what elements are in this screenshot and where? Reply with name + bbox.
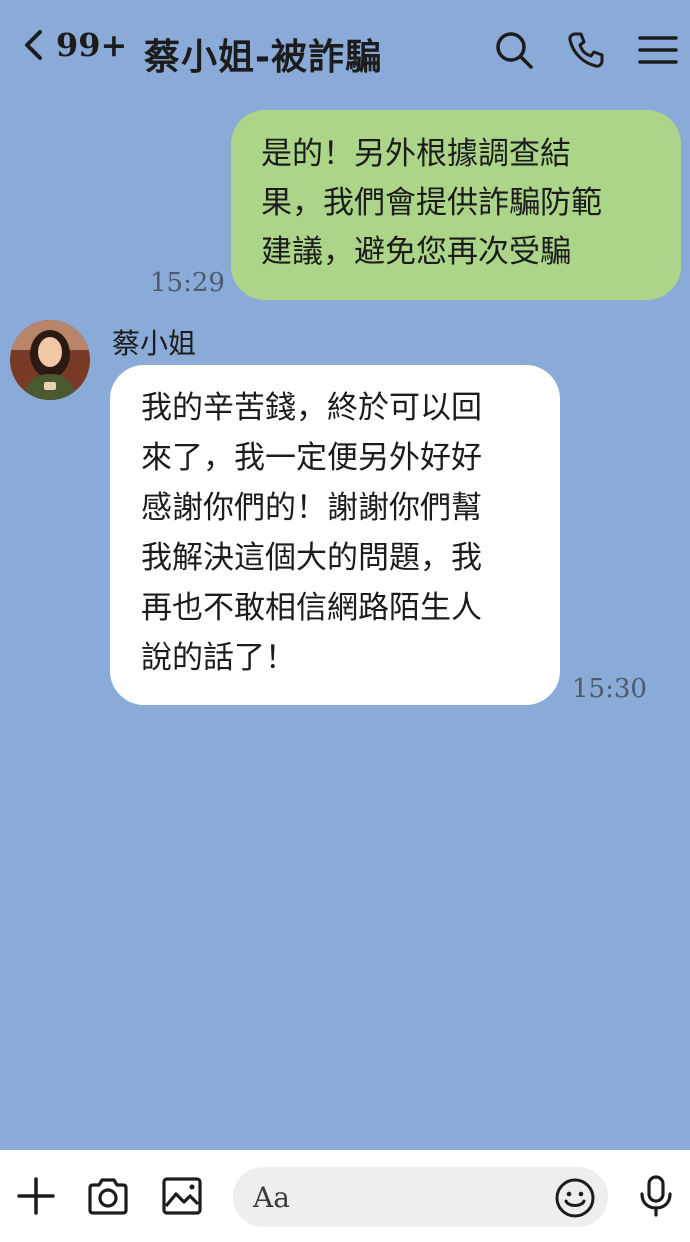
call-button[interactable] <box>566 30 606 70</box>
incoming-message-time: 15:30 <box>572 674 647 704</box>
add-button[interactable] <box>14 1174 58 1218</box>
incoming-message-bubble[interactable]: 我的辛苦錢，終於可以回 來了，我一定便另外好好 感謝你們的！謝謝你們幫 我解決這… <box>110 365 560 705</box>
menu-icon <box>638 36 678 64</box>
message-input[interactable] <box>233 1167 608 1227</box>
chat-title: 蔡小姐-被詐騙 <box>144 37 382 78</box>
search-icon <box>496 32 533 69</box>
avatar[interactable] <box>10 320 90 400</box>
microphone-icon <box>640 1175 672 1217</box>
image-button[interactable] <box>160 1174 204 1218</box>
unread-count: 99+ <box>56 26 128 64</box>
plus-icon <box>17 1177 55 1215</box>
phone-icon <box>568 32 604 68</box>
chat-header: 99+ 蔡小姐-被詐騙 <box>0 0 690 100</box>
search-button[interactable] <box>494 30 534 70</box>
sender-name: 蔡小姐 <box>112 327 197 360</box>
emoji-button[interactable] <box>553 1176 597 1220</box>
back-button[interactable]: 99+ <box>20 26 127 64</box>
menu-button[interactable] <box>638 30 678 70</box>
camera-icon <box>88 1178 128 1215</box>
camera-button[interactable] <box>86 1174 130 1218</box>
voice-button[interactable] <box>634 1174 678 1218</box>
outgoing-message-time: 15:29 <box>150 268 225 298</box>
contact-photo <box>10 320 90 400</box>
outgoing-message-bubble[interactable]: 是的！另外根據調查結 果，我們會提供詐騙防範 建議，避免您再次受騙 <box>231 110 681 300</box>
image-icon <box>162 1177 202 1215</box>
chevron-left-icon <box>25 30 42 60</box>
emoji-icon <box>555 1178 595 1218</box>
message-composer-bar <box>0 1150 690 1242</box>
